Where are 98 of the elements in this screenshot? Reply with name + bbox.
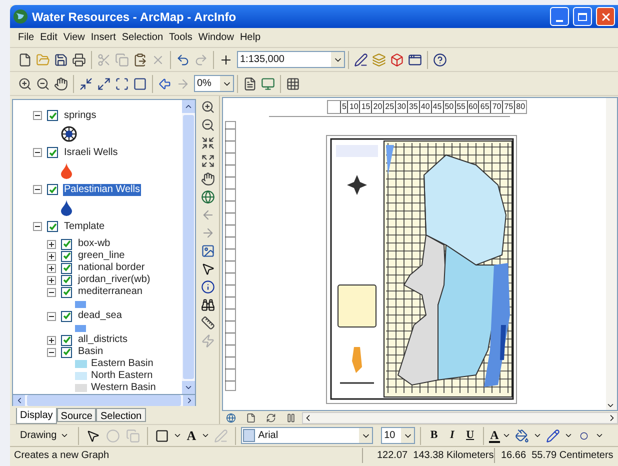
- layer-checkbox[interactable]: [61, 274, 72, 286]
- spring-icon: [61, 126, 77, 142]
- horizontal-scrollbar[interactable]: [302, 412, 618, 424]
- layer-checkbox[interactable]: [61, 310, 72, 322]
- minimize-button[interactable]: [550, 7, 569, 26]
- toc-tab[interactable]: Display: [16, 408, 57, 424]
- scroll-down-icon[interactable]: [606, 401, 615, 410]
- layer-name[interactable]: springs: [63, 110, 98, 122]
- font-type-icon: [243, 429, 256, 442]
- menu-item[interactable]: Selection: [122, 30, 164, 45]
- toc-tab[interactable]: Selection: [96, 408, 146, 422]
- binoculars-icon[interactable]: [198, 296, 216, 314]
- layer-checkbox[interactable]: [47, 110, 58, 121]
- layer-checkbox[interactable]: [61, 262, 72, 274]
- collapse-icon[interactable]: [33, 111, 42, 120]
- info-icon[interactable]: [198, 278, 216, 296]
- layer-name[interactable]: all_districts: [77, 334, 128, 346]
- scroll-up-icon[interactable]: [184, 102, 193, 111]
- font-field[interactable]: Arial: [241, 427, 374, 444]
- class-label: Eastern Basin: [91, 358, 154, 370]
- layer-checkbox[interactable]: [61, 286, 72, 298]
- style-button[interactable]: I: [444, 427, 460, 444]
- layer-checkbox[interactable]: [47, 147, 58, 158]
- zoom-percent-field[interactable]: 0%: [194, 75, 234, 92]
- caret-icon[interactable]: [172, 431, 182, 440]
- ruler-icon[interactable]: [198, 314, 216, 332]
- layer-name[interactable]: Palestinian Wells: [63, 184, 141, 196]
- class-label: Western Basin: [91, 382, 156, 394]
- layer-name[interactable]: national border: [77, 262, 146, 274]
- collapse-icon[interactable]: [33, 148, 42, 157]
- layer-name[interactable]: Israeli Wells: [63, 146, 119, 158]
- horizontal-scrollbar[interactable]: [12, 395, 196, 406]
- caret-icon[interactable]: [201, 431, 210, 440]
- scroll-down-icon[interactable]: [184, 383, 193, 392]
- globe-icon[interactable]: [198, 188, 216, 206]
- toc-tab[interactable]: Source: [56, 408, 96, 422]
- pan-icon[interactable]: [52, 74, 70, 92]
- vertical-scrollbar[interactable]: [606, 98, 617, 410]
- expand-icon[interactable]: [47, 240, 56, 248]
- expand-icon[interactable]: [47, 264, 56, 272]
- layer-checkbox[interactable]: [47, 184, 58, 195]
- drawing-menu-button[interactable]: Drawing: [16, 428, 73, 443]
- layer-name[interactable]: jordan_river(wb): [77, 274, 152, 286]
- menu-item[interactable]: Insert: [90, 30, 116, 45]
- layer-checkbox[interactable]: [61, 250, 72, 262]
- menu-item[interactable]: File: [18, 30, 34, 45]
- layer-name[interactable]: green_line: [77, 250, 126, 262]
- page-coordinates: 16.66 55.79 Centimeters: [494, 448, 618, 462]
- fill-color-icon[interactable]: [512, 426, 531, 444]
- pen-icon[interactable]: [352, 50, 370, 68]
- vertical-scrollbar[interactable]: [182, 100, 195, 394]
- layer-name[interactable]: Template: [63, 220, 106, 232]
- layer-checkbox[interactable]: [61, 346, 72, 358]
- layer-checkbox[interactable]: [47, 221, 58, 232]
- caret-icon[interactable]: [532, 431, 542, 440]
- status-message: Creates a new Graph: [13, 448, 110, 462]
- layer-name[interactable]: box-wb: [77, 238, 112, 250]
- scale-field[interactable]: 1:135,000: [237, 51, 345, 68]
- caret-icon[interactable]: [60, 431, 69, 440]
- box-icon[interactable]: [388, 50, 406, 68]
- menu-item[interactable]: Tools: [169, 30, 192, 45]
- font-color-button[interactable]: A: [489, 428, 500, 442]
- expand-icon[interactable]: [47, 252, 56, 260]
- maximize-button[interactable]: [573, 7, 592, 26]
- caret-icon[interactable]: [594, 431, 604, 440]
- pan-icon[interactable]: [198, 170, 216, 188]
- menu-item[interactable]: Edit: [40, 30, 58, 45]
- help-icon[interactable]: [431, 50, 449, 68]
- map-coordinates: 122.07 143.38 Kilometers: [362, 448, 494, 462]
- expand-icon[interactable]: [47, 276, 56, 284]
- style-button[interactable]: U: [462, 427, 478, 444]
- layer-checkbox[interactable]: [61, 334, 72, 346]
- globe-icon: [13, 9, 28, 24]
- layer-name[interactable]: Basin: [77, 346, 104, 358]
- menu-item[interactable]: Help: [240, 30, 261, 45]
- expand-icon[interactable]: [47, 336, 56, 344]
- close-button[interactable]: [596, 7, 615, 26]
- close-icon[interactable]: [600, 10, 612, 22]
- horizontal-ruler: 5 10 15 20 25 30 35 40 45 50 55 60 65 70 75 80: [327, 100, 528, 114]
- layer-name[interactable]: dead_sea: [77, 310, 123, 322]
- menu-item[interactable]: Window: [198, 30, 234, 45]
- collapse-icon[interactable]: [33, 185, 42, 194]
- font-size-field[interactable]: 10: [381, 427, 416, 444]
- caret-icon[interactable]: [502, 431, 511, 440]
- collapse-icon[interactable]: [33, 222, 42, 231]
- layer-checkbox[interactable]: [61, 238, 72, 250]
- collapse-icon[interactable]: [47, 312, 56, 320]
- caret-icon[interactable]: [564, 431, 573, 440]
- style-button[interactable]: B: [426, 427, 442, 444]
- collapse-icon[interactable]: [47, 348, 56, 356]
- menu-item[interactable]: View: [63, 30, 85, 45]
- collapse-icon[interactable]: [47, 288, 56, 296]
- class-label: North Eastern: [91, 370, 153, 382]
- text-tool[interactable]: A: [184, 426, 200, 446]
- line-color-icon[interactable]: [544, 426, 562, 444]
- layer-name[interactable]: mediterranean: [77, 286, 144, 298]
- window-title: Water Resources - ArcMap - ArcInfo: [32, 8, 236, 26]
- print-icon[interactable]: [70, 50, 88, 68]
